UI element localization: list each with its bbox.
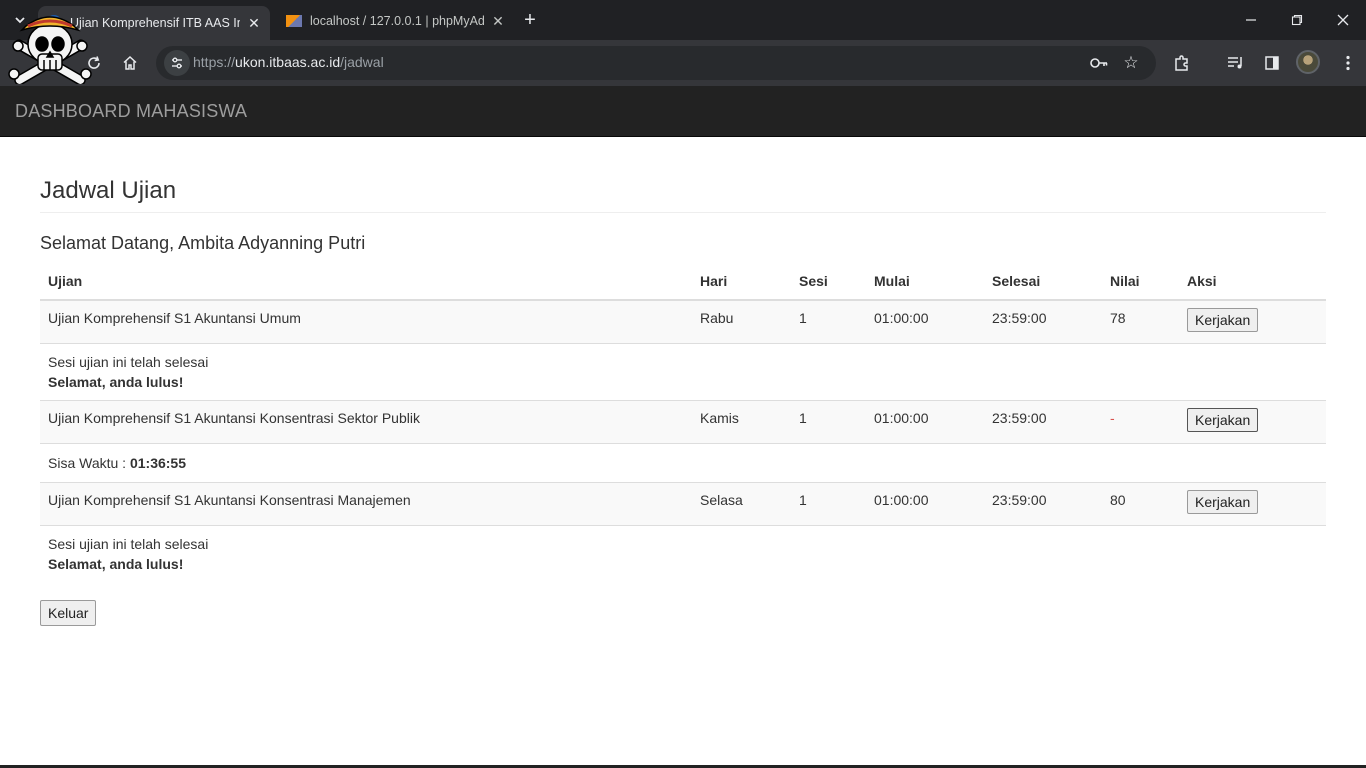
title-divider <box>40 212 1326 213</box>
close-icon[interactable] <box>1328 8 1358 32</box>
table-row: Ujian Komprehensif S1 Akuntansi Umum Rab… <box>40 299 1326 343</box>
cell-selesai: 23:59:00 <box>984 481 1102 525</box>
table-row: Ujian Komprehensif S1 Akuntansi Konsentr… <box>40 481 1326 525</box>
logout-button[interactable]: Keluar <box>40 600 97 626</box>
cell-sesi: 1 <box>791 481 866 525</box>
cell-ujian: Ujian Komprehensif S1 Akuntansi Umum <box>40 299 692 343</box>
cell-mulai: 01:00:00 <box>866 299 984 343</box>
tab-title: localhost / 127.0.0.1 | phpMyAdmin <box>310 14 484 28</box>
kerjakan-button[interactable]: Kerjakan <box>1187 407 1259 432</box>
pass-message: Selamat, anda lulus! <box>48 555 184 572</box>
cell-ujian: Ujian Komprehensif S1 Akuntansi Konsentr… <box>40 399 692 443</box>
cell-nilai: 78 <box>1102 299 1179 343</box>
cell-nilai: - <box>1102 399 1179 443</box>
cell-hari: Selasa <box>692 481 791 525</box>
header-mulai: Mulai <box>866 263 984 301</box>
cell-selesai: 23:59:00 <box>984 399 1102 443</box>
cell-hari: Kamis <box>692 399 791 443</box>
cell-mulai: 01:00:00 <box>866 399 984 443</box>
top-navbar: DASHBOARD MAHASISWA <box>0 86 1366 137</box>
header-nilai: Nilai <box>1102 263 1179 301</box>
session-status-text: Sesi ujian ini telah selesai <box>48 535 209 552</box>
kerjakan-button[interactable]: Kerjakan <box>1187 489 1259 514</box>
pirate-skull-icon <box>8 16 92 84</box>
table-info-row: Sesi ujian ini telah selesai Selamat, an… <box>40 524 1326 582</box>
table-row: Ujian Komprehensif S1 Akuntansi Konsentr… <box>40 399 1326 443</box>
cell-aksi: Kerjakan <box>1179 399 1326 443</box>
url-host: ukon.itbaas.ac.id <box>235 54 341 70</box>
cell-ujian: Ujian Komprehensif S1 Akuntansi Konsentr… <box>40 481 692 525</box>
cell-aksi: Kerjakan <box>1179 481 1326 525</box>
kerjakan-button[interactable]: Kerjakan <box>1187 308 1259 332</box>
exam-schedule-table: Ujian Hari Sesi Mulai Selesai Nilai Aksi… <box>40 263 1326 582</box>
url-path: /jadwal <box>340 54 384 70</box>
cell-mulai: 01:00:00 <box>866 481 984 525</box>
tab-strip: Ujian Komprehensif ITB AAS Indonesia ✕ l… <box>0 0 1366 40</box>
tune-icon[interactable] <box>164 50 190 76</box>
home-icon[interactable] <box>116 49 144 77</box>
address-bar[interactable]: https://ukon.itbaas.ac.id/jadwal ☆ <box>156 46 1156 80</box>
tab-phpmyadmin[interactable]: localhost / 127.0.0.1 | phpMyAdmin ✕ <box>278 6 514 36</box>
kebab-menu-icon[interactable] <box>1334 49 1362 77</box>
navbar-brand[interactable]: DASHBOARD MAHASISWA <box>15 101 247 122</box>
pass-message: Selamat, anda lulus! <box>48 373 184 390</box>
table-info-row: Sisa Waktu : 01:36:55 <box>40 442 1326 482</box>
side-panel-icon[interactable] <box>1258 49 1286 77</box>
remaining-time-value: 01:36:55 <box>129 454 186 471</box>
table-info-row: Sesi ujian ini telah selesai Selamat, an… <box>40 342 1326 400</box>
minimize-icon[interactable] <box>1236 8 1266 32</box>
header-ujian: Ujian <box>40 263 692 301</box>
media-control-icon[interactable] <box>1222 49 1250 77</box>
session-status-text: Sesi ujian ini telah selesai <box>48 353 209 370</box>
cell-hari: Rabu <box>692 299 791 343</box>
close-icon[interactable]: ✕ <box>246 15 262 31</box>
cell-nilai: 80 <box>1102 481 1179 525</box>
plus-icon[interactable]: + <box>518 8 542 32</box>
restore-icon[interactable] <box>1282 8 1312 32</box>
phpmyadmin-favicon-icon <box>286 15 302 27</box>
browser-toolbar: https://ukon.itbaas.ac.id/jadwal ☆ <box>0 40 1366 86</box>
profile-avatar[interactable] <box>1296 50 1320 74</box>
header-aksi: Aksi <box>1179 263 1326 301</box>
cell-sesi: 1 <box>791 299 866 343</box>
page-title: Jadwal Ujian <box>40 177 177 204</box>
url-scheme: https:// <box>193 54 236 70</box>
welcome-text: Selamat Datang, Ambita Adyanning Putri <box>40 233 366 253</box>
puzzle-icon[interactable] <box>1168 49 1196 77</box>
cell-aksi: Kerjakan <box>1179 299 1326 343</box>
url-text[interactable]: https://ukon.itbaas.ac.id/jadwal <box>193 54 384 70</box>
header-sesi: Sesi <box>791 263 866 301</box>
close-icon[interactable]: ✕ <box>490 13 506 29</box>
header-hari: Hari <box>692 263 791 301</box>
key-icon[interactable] <box>1088 53 1110 73</box>
remaining-time-label: Sisa Waktu : <box>48 454 130 471</box>
header-selesai: Selesai <box>984 263 1102 301</box>
cell-sesi: 1 <box>791 399 866 443</box>
browser-chrome: Ujian Komprehensif ITB AAS Indonesia ✕ l… <box>0 0 1366 86</box>
cell-selesai: 23:59:00 <box>984 299 1102 343</box>
star-icon[interactable]: ☆ <box>1120 53 1142 73</box>
table-header-row: Ujian Hari Sesi Mulai Selesai Nilai Aksi <box>40 263 1326 301</box>
